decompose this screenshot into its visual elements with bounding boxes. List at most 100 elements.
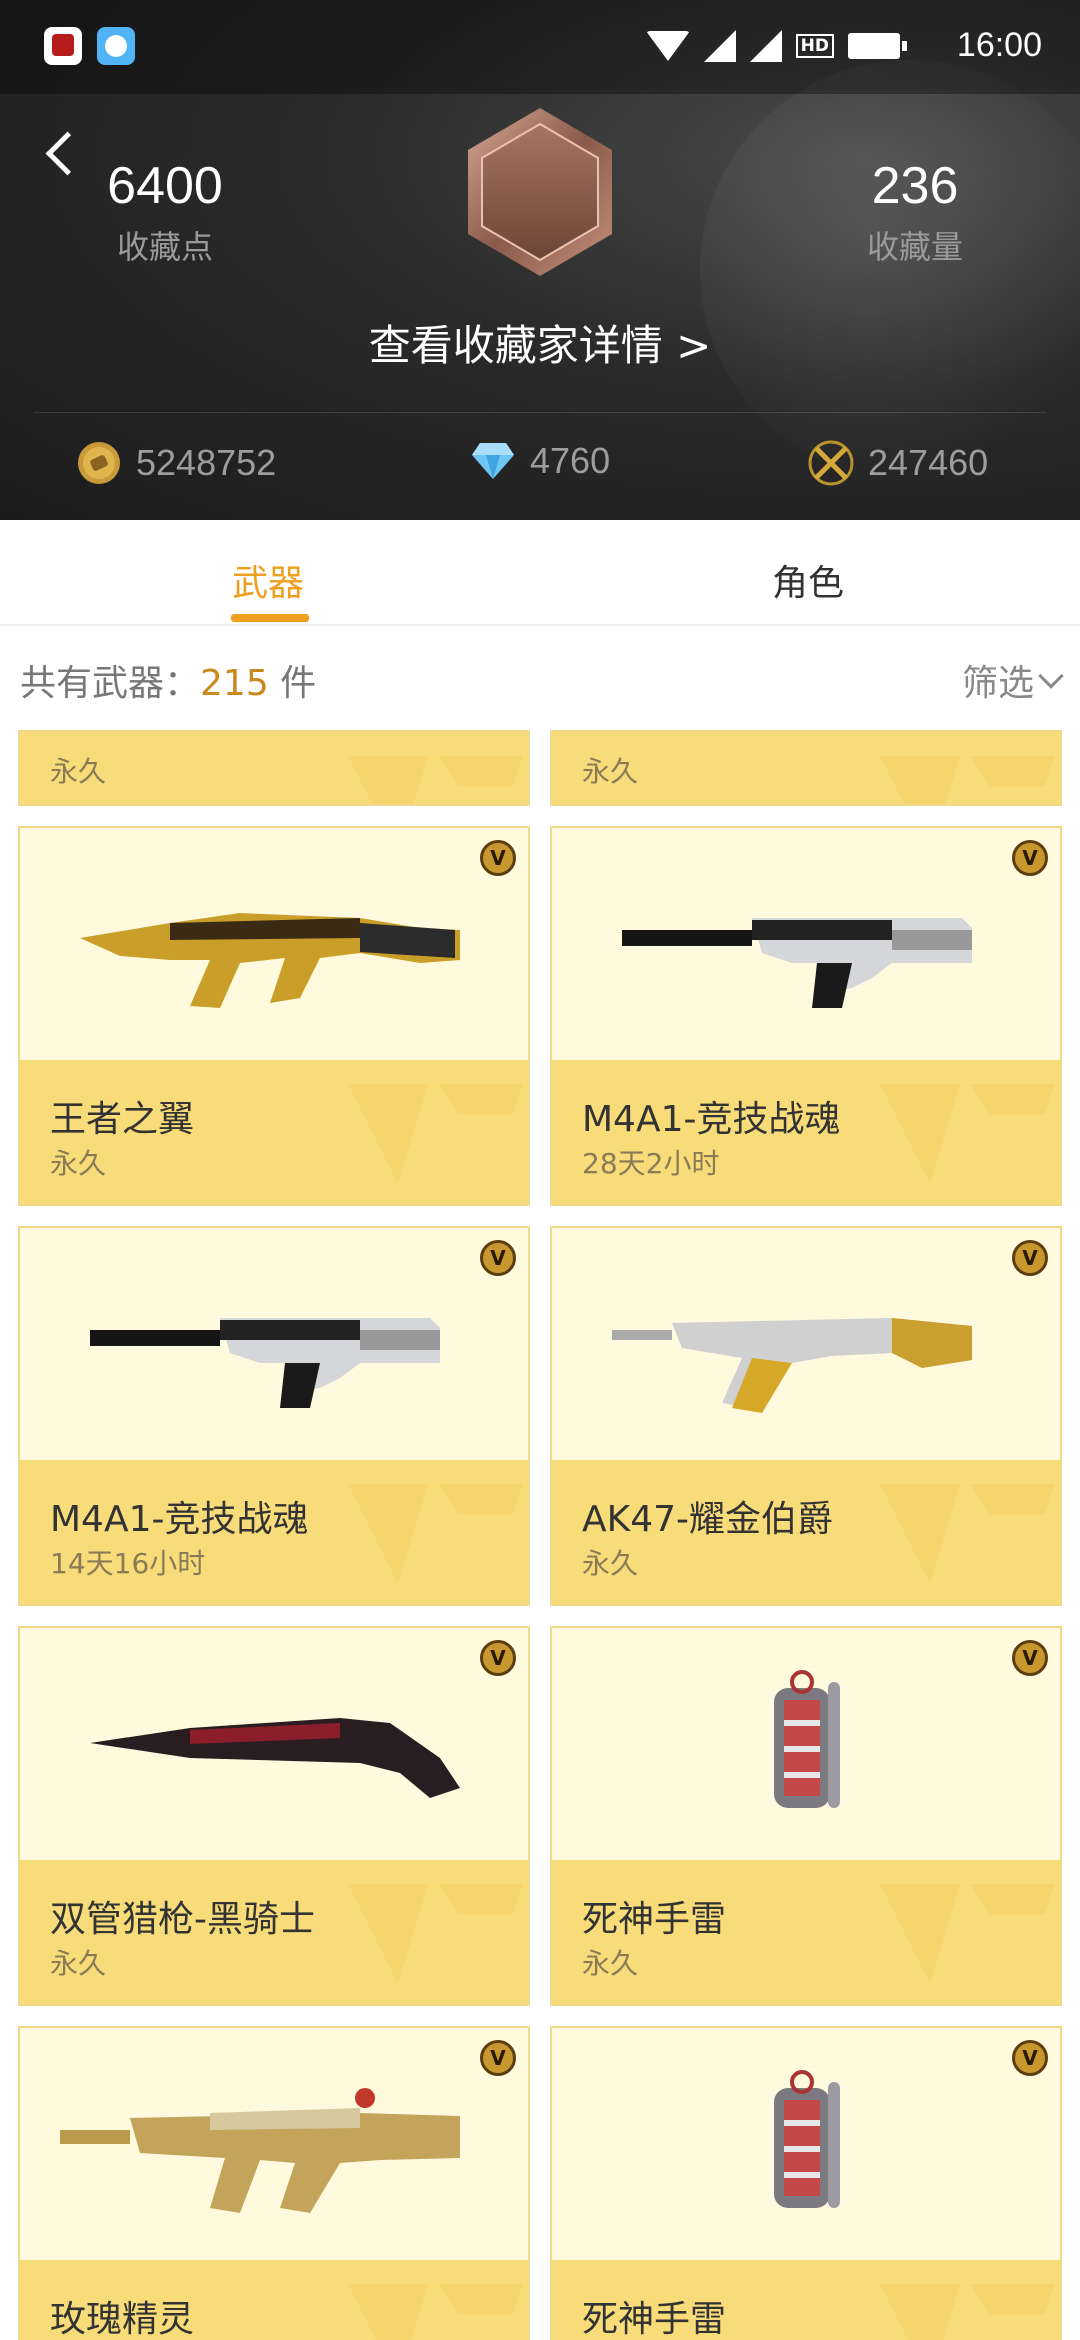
- rifle-icon: [622, 918, 972, 1008]
- v-badge-icon: V: [480, 1240, 516, 1276]
- weapon-duration: 永久: [582, 755, 639, 788]
- grenade-icon: [774, 2070, 840, 2208]
- weapon-name: AK47-耀金伯爵: [582, 1499, 834, 1540]
- weapon-card-info: 死神手雷 永久: [552, 1860, 1060, 2004]
- back-button[interactable]: [42, 130, 82, 170]
- weapon-card-info: M4A1-竞技战魂 28天2小时: [552, 1060, 1060, 1204]
- weapon-duration: 永久: [50, 1147, 107, 1180]
- weapon-card-info: 玫瑰精灵: [20, 2260, 528, 2340]
- rifle-icon: [90, 1318, 440, 1408]
- honor-value: 247460: [868, 442, 989, 483]
- weapon-card[interactable]: V 双管猎枪-黑骑士 永久: [18, 1626, 530, 2006]
- weapon-duration: 永久: [50, 1947, 107, 1980]
- cf-watermark-icon: [348, 1084, 523, 1184]
- gold-currency: 5248752: [76, 440, 276, 486]
- signal-icon: [703, 30, 736, 62]
- app-notification-icon-2: [97, 27, 135, 65]
- divider: [34, 412, 1046, 413]
- v-badge-icon: V: [1012, 1640, 1048, 1676]
- weapon-count-prefix: 共有武器：: [20, 663, 201, 704]
- app-notification-icon: [44, 27, 82, 65]
- weapon-image: V: [552, 1628, 1060, 1860]
- weapon-image: V: [20, 2028, 528, 2260]
- weapon-card-info: AK47-耀金伯爵 永久: [552, 1460, 1060, 1604]
- diamond-currency: 4760: [470, 440, 610, 482]
- weapon-duration: 14天16小时: [50, 1547, 206, 1580]
- cf-watermark-icon: [348, 2284, 523, 2340]
- cf-watermark-icon: [348, 1484, 523, 1584]
- weapon-card-info: 永久: [552, 732, 1060, 804]
- cf-watermark-icon: [880, 2284, 1055, 2340]
- filter-label: 筛选: [961, 663, 1034, 704]
- shotgun-icon: [90, 1718, 460, 1798]
- hd-icon: HD: [795, 34, 834, 58]
- collection-count: 236 收藏量: [845, 156, 985, 268]
- honor-currency: 247460: [808, 440, 988, 486]
- battery-icon: [848, 33, 907, 59]
- weapon-card[interactable]: V M4A1-竞技战魂 28天2小时: [550, 826, 1062, 1206]
- weapon-duration: 28天2小时: [582, 1147, 720, 1180]
- weapon-image: V: [20, 1228, 528, 1460]
- collection-count-label: 收藏量: [866, 228, 963, 266]
- chevron-down-icon: [1038, 663, 1064, 689]
- weapon-name: 死神手雷: [582, 2299, 727, 2340]
- tab-roles[interactable]: 角色: [708, 554, 908, 606]
- weapon-card[interactable]: 永久: [550, 730, 1062, 806]
- weapon-card-info: 死神手雷: [552, 2260, 1060, 2340]
- collection-count-value: 236: [871, 157, 959, 215]
- weapon-card[interactable]: V AK47-耀金伯爵 永久: [550, 1226, 1062, 1606]
- collector-rank-badge-icon[interactable]: [460, 104, 620, 280]
- weapon-card[interactable]: V M4A1-竞技战魂 14天16小时: [18, 1226, 530, 1606]
- grenade-icon: [774, 1670, 840, 1808]
- weapon-card[interactable]: V 死神手雷 永久: [550, 1626, 1062, 2006]
- cf-watermark-icon: [348, 1884, 523, 1984]
- v-badge-icon: V: [1012, 2040, 1048, 2076]
- cf-watermark-icon: [348, 756, 523, 804]
- weapon-card[interactable]: V 王者之翼 永久: [18, 826, 530, 1206]
- category-tabs: 武器 角色: [0, 520, 1080, 626]
- v-badge-icon: V: [480, 1640, 516, 1676]
- weapon-duration: 永久: [582, 1547, 639, 1580]
- collector-header: HD 16:00 6400 收藏点 236 收藏量 查看收藏家详情 > 5248…: [0, 0, 1080, 520]
- diamond-value: 4760: [530, 440, 611, 481]
- gold-value: 5248752: [136, 442, 277, 483]
- weapon-name: 双管猎枪-黑骑士: [50, 1899, 315, 1940]
- crossed-swords-icon: [808, 440, 854, 486]
- weapon-card[interactable]: V 死神手雷: [550, 2026, 1062, 2340]
- wifi-icon: [645, 31, 690, 61]
- rifle-icon: [612, 1318, 972, 1413]
- weapon-image: V: [552, 2028, 1060, 2260]
- v-badge-icon: V: [1012, 840, 1048, 876]
- collection-points-label: 收藏点: [116, 228, 213, 266]
- weapon-card[interactable]: 永久: [18, 730, 530, 806]
- weapon-card-info: 王者之翼 永久: [20, 1060, 528, 1204]
- weapon-name: 王者之翼: [50, 1099, 195, 1140]
- weapon-card-info: 双管猎枪-黑骑士 永久: [20, 1860, 528, 2004]
- weapon-duration: 永久: [50, 755, 107, 788]
- weapon-name: 死神手雷: [582, 1899, 727, 1940]
- rifle-icon: [60, 2088, 460, 2213]
- weapon-name: 玫瑰精灵: [50, 2299, 195, 2340]
- tab-weapons[interactable]: 武器: [168, 554, 368, 606]
- active-tab-indicator: [231, 614, 309, 622]
- weapon-image: V: [552, 1228, 1060, 1460]
- clock: 16:00: [956, 26, 1042, 64]
- collection-points: 6400 收藏点: [95, 156, 235, 268]
- weapon-count-unit: 件: [268, 663, 317, 704]
- weapon-grid: 永久 永久 V 王者之翼 永久 V M4A1-竞技战魂 28天2小时 V M4A…: [0, 730, 1080, 2340]
- collector-detail-link[interactable]: 查看收藏家详情 >: [0, 312, 1080, 373]
- weapon-count-number: 215: [200, 663, 269, 704]
- weapon-card[interactable]: V 玫瑰精灵: [18, 2026, 530, 2340]
- signal-icon-2: [749, 30, 782, 62]
- summary-bar: 共有武器：215 件 筛选: [0, 640, 1080, 720]
- weapon-card-info: M4A1-竞技战魂 14天16小时: [20, 1460, 528, 1604]
- cf-watermark-icon: [880, 1884, 1055, 1984]
- weapon-image: V: [20, 1628, 528, 1860]
- filter-button[interactable]: 筛选: [961, 654, 1064, 706]
- v-badge-icon: V: [480, 2040, 516, 2076]
- weapon-image: V: [20, 828, 528, 1060]
- weapon-duration: 永久: [582, 1947, 639, 1980]
- collection-points-value: 6400: [107, 157, 223, 215]
- diamond-icon: [472, 443, 514, 479]
- gold-coin-icon: [78, 442, 120, 484]
